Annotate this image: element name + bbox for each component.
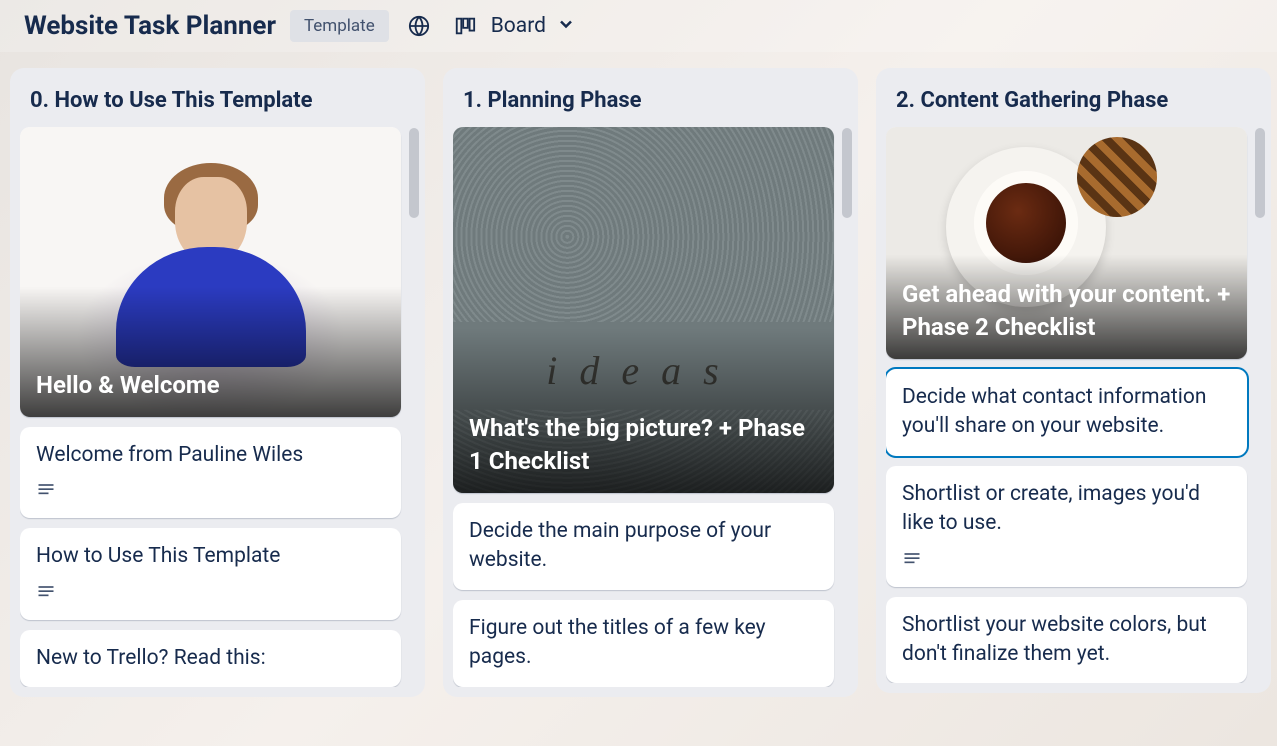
card[interactable]: New to Trello? Read this: bbox=[20, 630, 401, 687]
card-cover[interactable]: Get ahead with your content. + Phase 2 C… bbox=[886, 127, 1247, 359]
list-cards: ideas What's the big picture? + Phase 1 … bbox=[453, 127, 848, 687]
list: 1. Planning Phase ideas What's the big p… bbox=[443, 68, 858, 697]
card-cover[interactable]: Hello & Welcome bbox=[20, 127, 401, 417]
card[interactable]: Decide the main purpose of your website. bbox=[453, 503, 834, 590]
card-title: Figure out the titles of a few key pages… bbox=[469, 614, 818, 673]
board-title[interactable]: Website Task Planner bbox=[24, 11, 276, 41]
card-title: Decide the main purpose of your website. bbox=[469, 517, 818, 576]
globe-icon[interactable] bbox=[403, 10, 435, 42]
description-icon bbox=[36, 582, 56, 606]
chevron-down-icon bbox=[556, 14, 576, 38]
card-title: How to Use This Template bbox=[36, 542, 385, 571]
card-cover-image: Hello & Welcome bbox=[20, 127, 401, 417]
list-scrollbar[interactable] bbox=[1255, 128, 1265, 218]
list-cards: Hello & Welcome Welcome from Pauline Wil… bbox=[20, 127, 415, 687]
board-canvas[interactable]: 0. How to Use This Template Hello & Welc… bbox=[0, 52, 1277, 728]
description-icon bbox=[902, 549, 922, 573]
card-title: Decide what contact information you'll s… bbox=[902, 383, 1231, 442]
board-header: Website Task Planner Template Board bbox=[0, 0, 1277, 52]
card[interactable]: Shortlist or create, images you'd like t… bbox=[886, 466, 1247, 587]
list-title[interactable]: 1. Planning Phase bbox=[453, 82, 848, 127]
card-cover-title: What's the big picture? + Phase 1 Checkl… bbox=[453, 398, 834, 493]
card-cover-title: Hello & Welcome bbox=[20, 355, 236, 417]
card-title: Shortlist your website colors, but don't… bbox=[902, 611, 1231, 670]
list-scrollbar[interactable] bbox=[409, 128, 419, 218]
card[interactable]: How to Use This Template bbox=[20, 528, 401, 619]
card[interactable]: Figure out the titles of a few key pages… bbox=[453, 600, 834, 687]
list: 2. Content Gathering Phase Get ahead wit… bbox=[876, 68, 1271, 693]
card[interactable]: Decide what contact information you'll s… bbox=[886, 369, 1247, 456]
list-scrollbar[interactable] bbox=[842, 128, 852, 218]
card-cover-image: Get ahead with your content. + Phase 2 C… bbox=[886, 127, 1247, 359]
card-title: New to Trello? Read this: bbox=[36, 644, 385, 673]
card[interactable]: Shortlist your website colors, but don't… bbox=[886, 597, 1247, 684]
list-cards: Get ahead with your content. + Phase 2 C… bbox=[886, 127, 1261, 683]
card-cover-image: ideas What's the big picture? + Phase 1 … bbox=[453, 127, 834, 493]
list-title[interactable]: 2. Content Gathering Phase bbox=[886, 82, 1261, 127]
list-title[interactable]: 0. How to Use This Template bbox=[20, 82, 415, 127]
card-cover[interactable]: ideas What's the big picture? + Phase 1 … bbox=[453, 127, 834, 493]
card[interactable]: Welcome from Pauline Wiles bbox=[20, 427, 401, 518]
template-badge[interactable]: Template bbox=[290, 10, 389, 42]
card-cover-title: Get ahead with your content. + Phase 2 C… bbox=[886, 264, 1247, 359]
list: 0. How to Use This Template Hello & Welc… bbox=[10, 68, 425, 697]
description-icon bbox=[36, 480, 56, 504]
view-switcher[interactable]: Board bbox=[449, 10, 576, 42]
card-title: Welcome from Pauline Wiles bbox=[36, 441, 385, 470]
card-title: Shortlist or create, images you'd like t… bbox=[902, 480, 1231, 539]
board-view-icon bbox=[449, 10, 481, 42]
view-label: Board bbox=[491, 14, 546, 38]
